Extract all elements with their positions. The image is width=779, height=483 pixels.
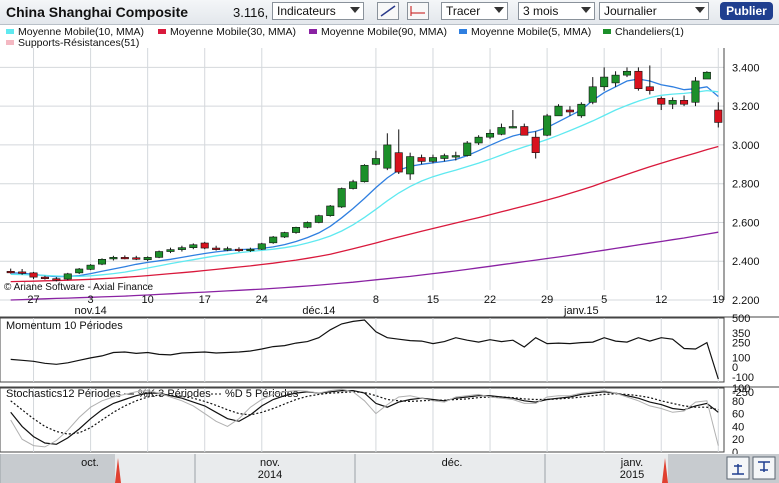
x-tick-label: 19 — [712, 294, 724, 306]
stochastics-title: Stochastics12 Périodes — [6, 388, 121, 400]
candle-body — [520, 126, 529, 136]
candle-body — [440, 155, 449, 159]
candle-body — [360, 164, 369, 183]
candle-body — [280, 232, 289, 238]
y-tick-label: 60 — [732, 409, 744, 421]
stochastics-d-label: %D 5 Périodes — [225, 388, 299, 400]
candle-body — [622, 70, 632, 76]
candle-body — [246, 248, 255, 252]
y-tick-label: 3.200 — [732, 101, 760, 113]
candle-body — [337, 188, 346, 208]
candle-body — [508, 126, 517, 129]
candle-body — [531, 136, 540, 153]
y-tick-label: 500 — [732, 313, 750, 325]
copyright-text: © Ariane Software - Axial Finance — [4, 282, 154, 293]
candle-body — [565, 109, 574, 113]
candle-body — [497, 127, 506, 135]
candle-body — [29, 272, 38, 278]
candle-body — [406, 156, 415, 175]
candle-body — [75, 268, 84, 274]
candle-body — [326, 205, 335, 216]
candle-body — [611, 74, 620, 84]
candle-body — [486, 132, 495, 138]
momentum-panel: 5003502501000-100-250Momentum 10 Période… — [0, 313, 779, 399]
candle-body — [97, 258, 107, 265]
candle-body — [634, 70, 643, 90]
y-tick-label: 3.400 — [732, 62, 760, 74]
candle-body — [257, 243, 266, 250]
candle-body — [269, 236, 278, 244]
candle-body — [680, 100, 689, 105]
y-tick-label: 2.400 — [732, 256, 760, 268]
candle-body — [600, 76, 609, 88]
y-tick-label: 250 — [732, 338, 750, 350]
candle-body — [109, 257, 118, 260]
y-tick-label: 40 — [732, 421, 744, 433]
candle-body — [691, 80, 700, 103]
candle-body — [668, 100, 677, 105]
candle-body — [6, 271, 15, 274]
candle-body — [451, 155, 460, 158]
month-label: janv.15 — [563, 305, 599, 317]
candle-body — [120, 257, 129, 260]
momentum-title: Momentum 10 Périodes — [6, 320, 123, 332]
y-tick-label: 2.800 — [732, 179, 760, 191]
x-tick-label: 17 — [199, 294, 211, 306]
x-tick-label: 8 — [373, 294, 379, 306]
candle-body — [657, 98, 666, 105]
candle-body — [349, 181, 358, 189]
x-tick-label: 29 — [541, 294, 553, 306]
y-tick-label: 20 — [732, 434, 744, 446]
candle-body — [394, 152, 403, 173]
candle-body — [143, 257, 152, 260]
x-tick-label: 5 — [601, 294, 607, 306]
candle-body — [428, 157, 437, 162]
candle-body — [645, 86, 654, 91]
candle-body — [177, 247, 186, 250]
candle-body — [155, 251, 164, 258]
y-tick-label: 2.200 — [732, 295, 760, 307]
x-tick-label: 15 — [427, 294, 439, 306]
candle-body — [18, 271, 27, 274]
candle-body — [577, 103, 586, 117]
y-tick-label: 100 — [732, 383, 750, 395]
y-tick-label: 3.000 — [732, 140, 760, 152]
stochastics-panel: 100806040200Stochastics12 Périodes %K 3 P… — [0, 383, 779, 459]
candle-body — [702, 71, 711, 80]
candle-body — [189, 244, 198, 248]
candle-body — [212, 247, 221, 250]
candle-body — [474, 136, 483, 144]
candle-body — [292, 227, 301, 233]
x-tick-label: 22 — [484, 294, 496, 306]
candle-body — [63, 273, 72, 280]
chart-area[interactable]: 3.4003.2003.0002.8002.6002.4002.20027 3 10… — [0, 0, 779, 483]
candle-body — [40, 276, 49, 279]
x-tick-label: 10 — [142, 294, 154, 306]
x-tick-label: 24 — [256, 294, 268, 306]
candle-body — [588, 86, 597, 103]
candle-body — [52, 278, 61, 281]
month-label: nov.14 — [74, 305, 106, 317]
candle-body — [714, 109, 723, 123]
x-tick-label: 12 — [655, 294, 667, 306]
candle-body — [166, 249, 175, 252]
candle-body — [200, 242, 209, 249]
candle-body — [132, 257, 141, 260]
candle-body — [554, 105, 563, 117]
y-tick-label: 80 — [732, 396, 744, 408]
candle-body — [314, 215, 323, 223]
y-tick-label: 2.600 — [732, 217, 760, 229]
candle-body — [417, 157, 426, 162]
navigator-bar[interactable] — [0, 454, 779, 483]
candle-body — [371, 158, 380, 165]
candle-body — [223, 248, 232, 251]
candle-body — [543, 115, 552, 136]
candle-body — [303, 222, 312, 228]
month-label: déc.14 — [302, 305, 335, 317]
x-tick-label: 27 — [27, 294, 39, 306]
candle-body — [234, 248, 243, 252]
candle-body — [383, 144, 392, 169]
candle-body — [86, 264, 95, 270]
candle-body — [463, 142, 472, 156]
